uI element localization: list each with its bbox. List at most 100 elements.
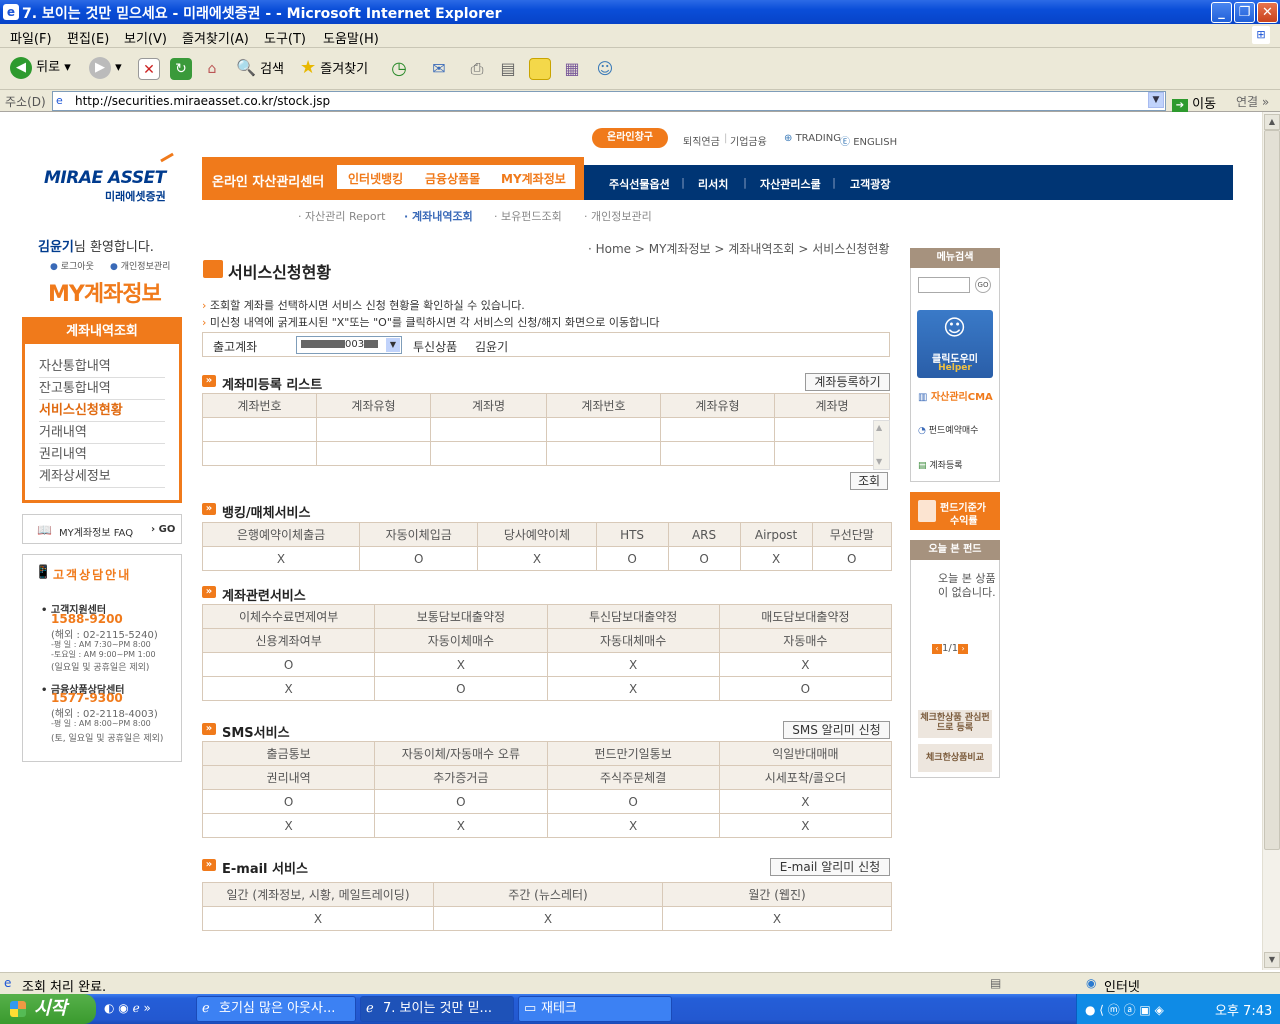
address-input[interactable]: http://securities.miraeasset.co.kr/stock… [52,91,1166,111]
status-cell[interactable]: X [374,813,548,838]
close-button[interactable]: ✕ [1257,2,1278,23]
menu-help[interactable]: 도움말(H) [323,28,379,47]
go-button[interactable]: ➔ 이동 [1172,93,1216,113]
top-link-english[interactable]: Ⓔ ENGLISH [840,133,897,148]
history-icon[interactable]: ◷ [388,58,410,80]
left-menu-transactions[interactable]: 거래내역 [39,422,165,444]
menu-edit[interactable]: 편집(E) [67,28,109,47]
discuss-icon[interactable] [529,58,551,80]
privacy-link[interactable]: ● 개인정보관리 [110,259,170,272]
minimize-button[interactable]: _ [1211,2,1232,23]
nav-customer[interactable]: 고객광장 [850,176,890,192]
left-menu-balance-summary[interactable]: 잔고통합내역 [39,378,165,400]
status-cell[interactable]: X [718,652,893,677]
edit-icon[interactable]: ▤ [497,58,519,80]
mail-icon[interactable]: ✉ [428,58,450,80]
links-button[interactable]: 연결 » [1236,93,1269,110]
menu-view[interactable]: 보기(V) [124,28,167,47]
status-cell[interactable]: O [667,546,741,571]
quick-link-register[interactable]: ▤ 계좌등록 [918,458,963,471]
nav-school[interactable]: 자산관리스쿨 [760,176,821,192]
status-cell[interactable]: O [359,546,479,571]
scroll-thumb[interactable] [1264,130,1280,850]
status-cell[interactable]: O [811,546,893,571]
tray-icons[interactable]: ● ⟨ ⓜ ⓐ ▣ ◈ [1085,1001,1164,1018]
left-menu-rights[interactable]: 권리내역 [39,444,165,466]
refresh-icon[interactable]: ↻ [170,58,192,80]
status-cell[interactable]: X [374,652,548,677]
status-cell[interactable]: O [374,789,548,814]
status-cell[interactable]: O [546,789,720,814]
scroll-down-icon[interactable]: ▼ [1264,952,1280,968]
mirae-asset-logo[interactable]: MIRAE ASSET 미래에셋증권 [44,168,166,204]
status-cell[interactable]: X [662,906,892,931]
status-cell[interactable]: O [595,546,669,571]
tab-internet-banking[interactable]: 인터넷뱅킹 [348,170,403,187]
status-cell[interactable]: X [546,813,720,838]
maximize-button[interactable]: ❐ [1234,2,1255,23]
nav-research[interactable]: 리서치 [698,176,728,192]
search-button[interactable]: 🔍 검색 [236,56,284,80]
tab-financial-mall[interactable]: 금융상품몰 [425,170,480,187]
status-cell[interactable]: X [433,906,663,931]
next-page-icon[interactable]: › [958,644,969,654]
messenger-icon[interactable]: ☺ [594,58,616,80]
compare-fund-button[interactable]: 체크한상품비교 [918,744,992,772]
status-cell[interactable]: X [477,546,597,571]
left-menu-service-status[interactable]: 서비스신청현황 [39,400,165,422]
faq-box[interactable]: 📖 MY계좌정보 FAQ › GO [22,514,182,544]
quick-link-cma[interactable]: ▥ 자산관리CMA [918,388,993,403]
unreg-scrollbar[interactable]: ▲ ▼ [873,420,890,470]
subnav-fund-inquiry[interactable]: · 보유펀드조회 [494,208,562,224]
menu-search-input[interactable] [918,277,970,293]
task-item[interactable]: ℯ 호기심 많은 아웃사... [196,996,356,1022]
menu-file[interactable]: 파일(F) [10,28,52,47]
helper-banner[interactable]: ☺ 클릭도우미 Helper [917,310,993,378]
status-cell[interactable]: X [546,652,720,677]
address-dropdown-icon[interactable]: ▼ [1148,92,1164,108]
status-cell[interactable]: O [718,676,893,701]
start-button[interactable]: 시작 [0,994,96,1024]
left-menu-account-detail[interactable]: 계좌상세정보 [39,466,165,488]
task-item-active[interactable]: ℯ 7. 보이는 것만 믿... [360,996,514,1022]
quicklaunch-icons[interactable]: ◐ ◉ ℯ » [104,1001,151,1015]
menu-tools[interactable]: 도구(T) [264,28,306,47]
status-cell[interactable]: O [201,652,376,677]
account-select[interactable]: 003 ▼ [296,336,402,354]
status-cell[interactable]: X [202,906,434,931]
task-item[interactable]: ▭ 재테크 [518,996,672,1022]
favorites-button[interactable]: ★ 즐겨찾기 [300,56,368,80]
menu-search-go-button[interactable]: GO [975,277,991,293]
nav-futures[interactable]: 주식선물옵션 [609,176,670,192]
status-cell[interactable]: X [739,546,813,571]
forward-button[interactable]: ▶ ▾ [89,56,122,80]
home-icon[interactable]: ⌂ [201,58,223,80]
status-cell[interactable]: X [718,813,893,838]
sms-apply-button[interactable]: SMS 알리미 신청 [783,721,890,739]
subnav-report[interactable]: · 자산관리 Report [298,208,385,224]
top-link-corporate[interactable]: 기업금융 [730,133,767,148]
research-icon[interactable]: ▦ [561,58,583,80]
email-apply-button[interactable]: E-mail 알리미 신청 [770,858,890,876]
fund-price-banner[interactable]: 펀드기준가 수익률 [910,492,1000,530]
prev-page-icon[interactable]: ‹ [932,644,942,654]
scroll-up-icon[interactable]: ▲ [1264,114,1280,130]
status-cell[interactable]: O [201,789,376,814]
status-cell[interactable]: X [201,676,376,701]
status-cell[interactable]: X [546,676,720,701]
subnav-privacy[interactable]: · 개인정보관리 [584,208,652,224]
subnav-account-inquiry[interactable]: · 계좌내역조회 [404,208,473,224]
status-cell[interactable]: X [718,789,893,814]
tab-my-account[interactable]: MY계좌정보 [501,170,566,187]
back-button[interactable]: ◀ 뒤로 ▾ [10,56,71,80]
top-link-pension[interactable]: 퇴직연금 [683,133,720,148]
top-link-trading[interactable]: ⊕ TRADING [784,133,841,144]
left-menu-asset-summary[interactable]: 자산통합내역 [39,356,165,378]
add-watch-fund-button[interactable]: 체크한상품 관심펀드로 등록 [918,710,992,738]
print-icon[interactable]: ⎙ [466,58,488,80]
status-cell[interactable]: O [374,676,548,701]
faq-go[interactable]: › GO [151,524,175,535]
status-cell[interactable]: X [201,813,376,838]
stop-icon[interactable]: ✕ [138,58,160,80]
quick-link-reserve[interactable]: ◔ 펀드예약매수 [918,423,978,436]
